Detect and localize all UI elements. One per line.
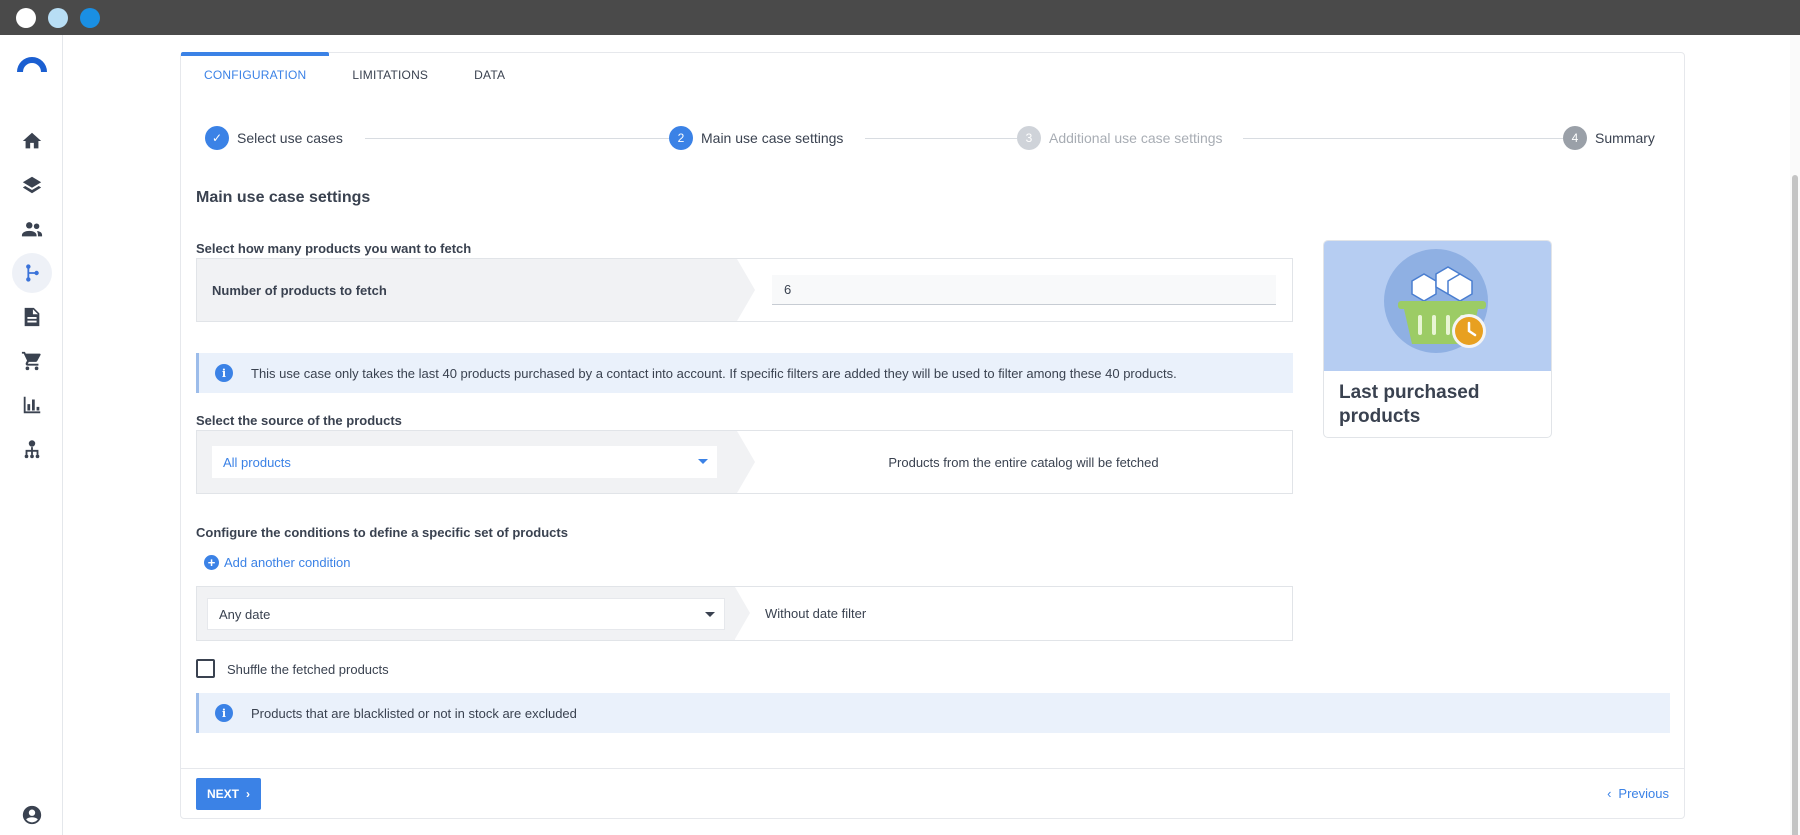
info-banner-exclusions: i Products that are blacklisted or not i… xyxy=(196,693,1670,733)
step-number: 2 xyxy=(669,126,693,150)
info-icon: i xyxy=(215,704,233,722)
source-select-value: All products xyxy=(223,454,291,470)
nav-home[interactable] xyxy=(12,121,52,161)
chevron-left-icon: ‹ xyxy=(1607,786,1612,801)
row-arrow xyxy=(735,587,750,639)
nav-documents[interactable] xyxy=(12,297,52,337)
fetch-count-field-label: Number of products to fetch xyxy=(212,283,387,298)
basket-clock-icon xyxy=(1384,249,1488,353)
window-maximize-button[interactable] xyxy=(80,8,100,28)
window-titlebar xyxy=(0,0,1800,35)
info-icon: i xyxy=(215,364,233,382)
scrollbar-track[interactable] xyxy=(1790,35,1800,835)
cart-icon xyxy=(21,351,41,371)
use-case-title: Last purchased products xyxy=(1339,382,1480,427)
nav-organization[interactable] xyxy=(12,429,52,469)
shuffle-label: Shuffle the fetched products xyxy=(227,662,389,677)
step-number: 4 xyxy=(1563,126,1587,150)
previous-button[interactable]: ‹ Previous xyxy=(1607,786,1669,801)
nav-layers[interactable] xyxy=(12,165,52,205)
step-number: 3 xyxy=(1017,126,1041,150)
people-icon xyxy=(21,222,43,237)
plus-circle-icon: + xyxy=(204,555,219,570)
window-close-button[interactable] xyxy=(16,8,36,28)
check-icon: ✓ xyxy=(205,126,229,150)
branch-icon xyxy=(26,264,39,282)
fetch-count-input[interactable] xyxy=(772,275,1276,305)
source-row: All products Products from the entire ca… xyxy=(196,430,1293,494)
step-label: Select use cases xyxy=(237,130,343,146)
info-text: This use case only takes the last 40 pro… xyxy=(251,365,1177,381)
step-summary[interactable]: 4 Summary xyxy=(1563,125,1655,151)
nav-reports[interactable] xyxy=(12,385,52,425)
nav-ecommerce[interactable] xyxy=(12,341,52,381)
next-button-label: NEXT xyxy=(206,787,239,801)
conditions-label: Configure the conditions to define a spe… xyxy=(196,525,568,540)
tab-bar: CONFIGURATION LIMITATIONS DATA xyxy=(181,52,528,97)
source-select[interactable]: All products xyxy=(212,446,717,478)
step-label: Summary xyxy=(1595,130,1655,146)
home-icon xyxy=(22,132,42,149)
chevron-down-icon xyxy=(705,612,715,617)
date-select-value: Any date xyxy=(219,606,271,622)
date-select[interactable]: Any date xyxy=(207,598,725,630)
chevron-right-icon: › xyxy=(246,787,250,801)
row-arrow xyxy=(737,259,755,321)
chevron-down-icon xyxy=(698,459,708,464)
account-icon xyxy=(22,805,42,825)
step-main-settings[interactable]: 2 Main use case settings xyxy=(669,125,844,151)
app-logo-icon[interactable] xyxy=(17,54,47,74)
layers-icon xyxy=(22,176,42,194)
nav-account[interactable] xyxy=(12,795,52,835)
stepper: ✓ Select use cases 2 Main use case setti… xyxy=(205,125,1665,151)
nav-contacts[interactable] xyxy=(12,209,52,249)
footer-divider xyxy=(181,768,1684,769)
tab-limitations[interactable]: LIMITATIONS xyxy=(329,53,451,97)
use-case-card: Last purchased products xyxy=(1323,240,1552,438)
info-text: Products that are blacklisted or not in … xyxy=(251,705,577,721)
bar-chart-icon xyxy=(23,396,41,414)
stepper-line xyxy=(365,138,679,139)
info-banner-limit: i This use case only takes the last 40 p… xyxy=(196,353,1293,393)
shuffle-checkbox[interactable] xyxy=(196,659,215,678)
sidebar xyxy=(0,35,63,835)
fetch-count-label: Select how many products you want to fet… xyxy=(196,241,472,256)
row-arrow xyxy=(737,431,755,493)
date-description: Without date filter xyxy=(765,606,867,621)
use-case-illustration xyxy=(1324,241,1551,371)
step-select-use-cases[interactable]: ✓ Select use cases xyxy=(205,125,343,151)
step-label: Main use case settings xyxy=(701,130,844,146)
previous-button-label: Previous xyxy=(1618,786,1669,801)
step-label: Additional use case settings xyxy=(1049,130,1223,146)
next-button[interactable]: NEXT › xyxy=(196,778,261,810)
window-minimize-button[interactable] xyxy=(48,8,68,28)
document-icon xyxy=(24,307,40,327)
org-icon xyxy=(24,440,40,459)
scrollbar-thumb[interactable] xyxy=(1792,175,1798,835)
source-description: Products from the entire catalog will be… xyxy=(888,455,1159,470)
nav-automation[interactable] xyxy=(12,253,52,293)
tab-data[interactable]: DATA xyxy=(451,53,528,97)
date-condition-row: Any date Without date filter xyxy=(196,586,1293,641)
add-condition-link[interactable]: + Add another condition xyxy=(204,555,350,570)
step-additional-settings[interactable]: 3 Additional use case settings xyxy=(1017,125,1223,151)
add-condition-label: Add another condition xyxy=(224,555,351,570)
section-title: Main use case settings xyxy=(196,189,371,206)
source-label: Select the source of the products xyxy=(196,413,402,428)
tab-configuration[interactable]: CONFIGURATION xyxy=(181,52,330,97)
fetch-count-row: Number of products to fetch xyxy=(196,258,1293,322)
